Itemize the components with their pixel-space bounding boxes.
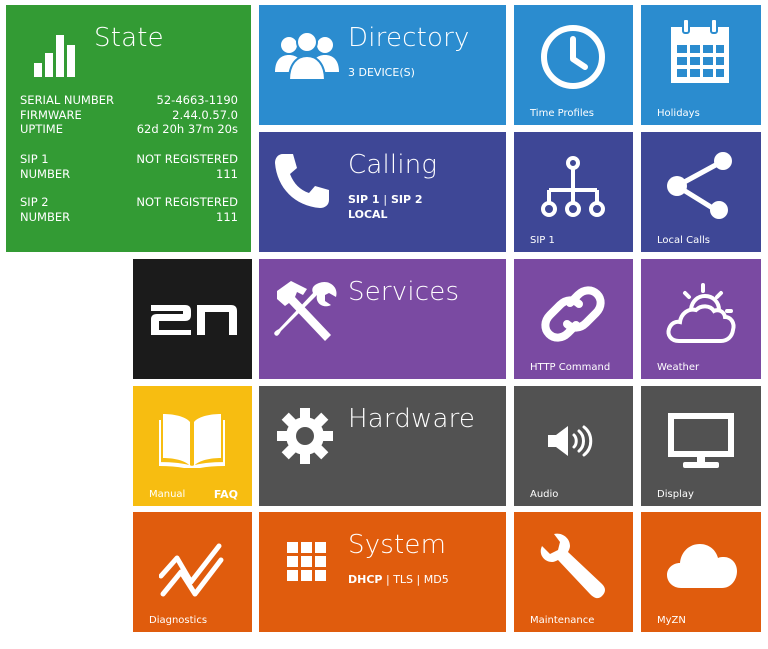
sip1-status: NOT REGISTERED xyxy=(136,152,238,166)
users-icon xyxy=(275,31,339,81)
system-md5: MD5 xyxy=(423,573,449,586)
audio-tile[interactable]: Audio xyxy=(514,386,633,506)
cloud-icon xyxy=(667,544,737,588)
uptime-label: UPTIME xyxy=(20,122,63,136)
calling-sip2: SIP 2 xyxy=(390,193,423,206)
grid-icon xyxy=(287,542,326,581)
directory-device-count: 3 DEVICE(S) xyxy=(348,66,415,79)
weather-tile[interactable]: Weather xyxy=(641,259,761,379)
myzn-label: MyZN xyxy=(657,615,686,626)
calling-local: LOCAL xyxy=(348,208,388,221)
calling-title: Calling xyxy=(348,150,438,180)
sip2-label: SIP 2 xyxy=(20,195,49,209)
services-title: Services xyxy=(348,277,460,307)
maintenance-tile[interactable]: Maintenance xyxy=(514,512,633,632)
http-command-label: HTTP Command xyxy=(530,362,611,373)
diagnostics-label: Diagnostics xyxy=(149,615,208,626)
sip1-number-label: NUMBER xyxy=(20,166,71,181)
link-icon xyxy=(541,286,605,342)
state-title: State xyxy=(94,23,164,53)
manual-label[interactable]: Manual xyxy=(149,489,185,501)
system-title: System xyxy=(348,530,447,560)
calling-sip1: SIP 1 xyxy=(348,193,380,206)
calling-separator: | xyxy=(383,193,388,206)
hardware-title: Hardware xyxy=(348,404,476,434)
sip2-number-label: NUMBER xyxy=(20,209,71,224)
http-command-tile[interactable]: HTTP Command xyxy=(514,259,633,379)
uptime-value: 62d 20h 37m 20s xyxy=(136,122,238,136)
local-calls-label: Local Calls xyxy=(657,235,710,246)
2n-logo xyxy=(151,305,237,335)
faq-link[interactable]: FAQ xyxy=(214,489,238,501)
time-profiles-label: Time Profiles xyxy=(530,108,594,119)
system-sep-2: | xyxy=(416,573,421,586)
speaker-icon xyxy=(548,425,593,457)
state-device-info: SERIAL NUMBER 52-4663-1190 FIRMWARE 2.44.0… xyxy=(20,93,238,137)
state-tile[interactable]: State SERIAL NUMBER 52-4663-1190 FIRMWARE… xyxy=(6,5,251,252)
tools-icon xyxy=(274,281,337,341)
system-tile[interactable]: System DHCP | TLS | MD5 xyxy=(259,512,506,632)
bar-chart-icon xyxy=(34,35,75,77)
calendar-icon xyxy=(671,19,729,83)
firmware-value: 2.44.0.57.0 xyxy=(172,107,238,122)
calling-tile[interactable]: Calling SIP 1 | SIP 2 LOCAL xyxy=(259,132,506,252)
diagnostics-icon xyxy=(159,543,224,597)
weather-label: Weather xyxy=(657,362,700,373)
sip2-status: NOT REGISTERED xyxy=(136,195,238,209)
clock-icon xyxy=(541,25,605,89)
sip1-number-value: 111 xyxy=(216,166,238,181)
monitor-icon xyxy=(668,413,734,468)
maintenance-label: Maintenance xyxy=(530,615,595,626)
firmware-label: FIRMWARE xyxy=(20,107,82,122)
gear-icon xyxy=(277,408,333,464)
sip2-number-value: 111 xyxy=(216,209,238,224)
phone-icon xyxy=(275,154,329,208)
holidays-tile[interactable]: Holidays xyxy=(641,5,761,125)
directory-tile[interactable]: Directory 3 DEVICE(S) xyxy=(259,5,506,125)
calling-accounts: SIP 1 | SIP 2 xyxy=(348,192,423,207)
logo-tile xyxy=(133,259,252,379)
system-dhcp: DHCP xyxy=(348,573,383,586)
directory-title: Directory xyxy=(348,23,470,53)
sip1-label: SIP 1 xyxy=(530,235,555,246)
myzn-tile[interactable]: MyZN xyxy=(641,512,761,632)
sip1-label: SIP 1 xyxy=(20,152,49,166)
audio-label: Audio xyxy=(530,489,559,500)
manual-tile[interactable]: Manual FAQ xyxy=(133,386,252,506)
diagnostics-tile[interactable]: Diagnostics xyxy=(133,512,252,632)
sip1-tile[interactable]: SIP 1 xyxy=(514,132,633,252)
state-sip1-info: SIP 1 NOT REGISTERED NUMBER 111 xyxy=(20,152,238,181)
serial-label: SERIAL NUMBER xyxy=(20,93,114,107)
system-tls: TLS xyxy=(393,573,414,586)
wrench-icon xyxy=(540,533,605,599)
time-profiles-tile[interactable]: Time Profiles xyxy=(514,5,633,125)
system-protocols: DHCP | TLS | MD5 xyxy=(348,572,449,587)
hardware-tile[interactable]: Hardware xyxy=(259,386,506,506)
state-sip2-info: SIP 2 NOT REGISTERED NUMBER 111 xyxy=(20,195,238,224)
hierarchy-icon xyxy=(541,156,605,217)
system-sep-1: | xyxy=(385,573,390,586)
display-label: Display xyxy=(657,489,694,500)
book-icon xyxy=(159,414,225,468)
holidays-label: Holidays xyxy=(657,108,700,119)
share-icon xyxy=(667,152,732,219)
weather-icon xyxy=(666,283,736,343)
serial-value: 52-4663-1190 xyxy=(156,93,238,107)
display-tile[interactable]: Display xyxy=(641,386,761,506)
local-calls-tile[interactable]: Local Calls xyxy=(641,132,761,252)
services-tile[interactable]: Services xyxy=(259,259,506,379)
